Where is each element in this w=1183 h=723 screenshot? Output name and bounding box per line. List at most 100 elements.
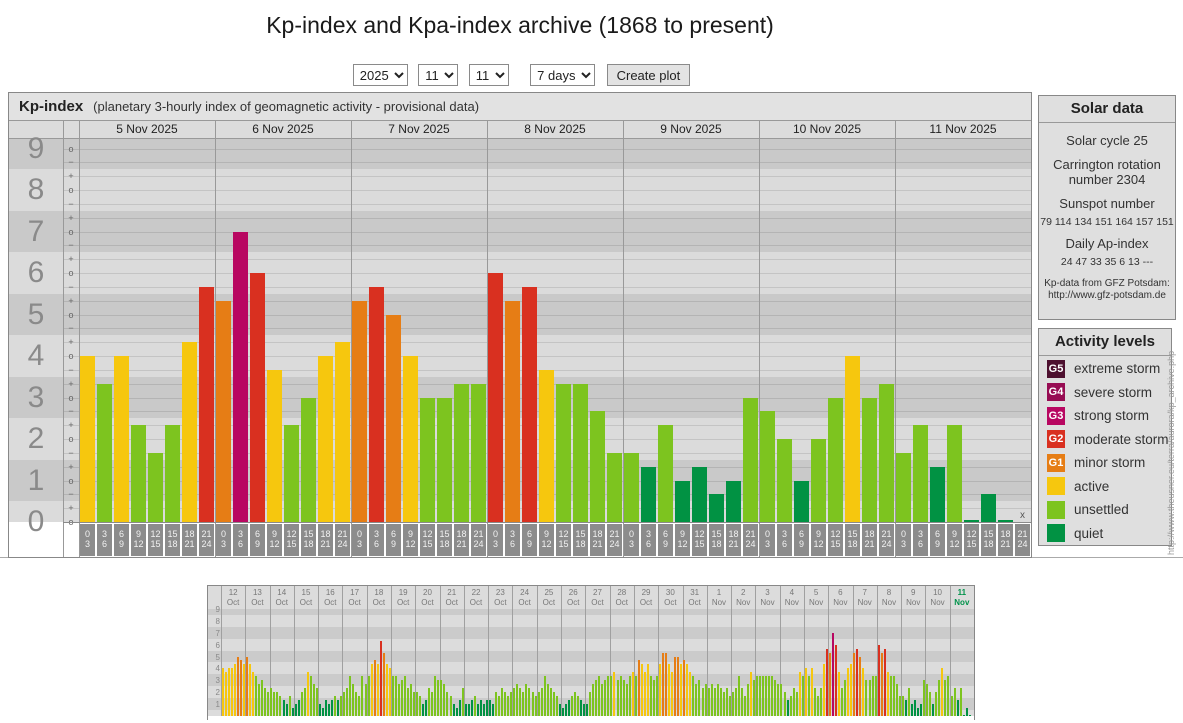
interval-label: 18 21 — [998, 524, 1013, 556]
overview-kp-bar — [637, 660, 640, 716]
overview-kp-bar — [886, 672, 889, 716]
sunspot-number-title: Sunspot number — [1059, 196, 1155, 211]
overview-kp-bar — [668, 664, 671, 716]
kp-bar — [114, 356, 129, 522]
overview-kp-bar — [467, 704, 470, 716]
create-plot-button[interactable]: Create plot — [606, 64, 691, 86]
kp-bar — [148, 452, 163, 522]
overview-kp-bar — [853, 652, 856, 716]
overview-kp-bar — [892, 676, 895, 716]
chart-header: Kp-index (planetary 3-hourly index of ge… — [9, 93, 1031, 121]
ap-index-values: 24 47 33 35 6 13 --- — [1060, 256, 1154, 268]
activity-level-row: G4 severe storm — [1047, 381, 1171, 403]
kp-bar — [369, 286, 384, 522]
overview-date-label: 13 Oct — [251, 588, 264, 607]
overview-kp-bar — [473, 696, 476, 716]
interval-label: 18 21 — [862, 524, 877, 556]
kp-bar — [403, 356, 418, 522]
kp-bar — [505, 300, 520, 522]
y-axis-number: 2 — [27, 422, 45, 455]
overview-kp-bar — [677, 656, 680, 716]
y-axis-tick: − — [68, 489, 74, 500]
range-select[interactable]: 7 days — [530, 64, 596, 86]
overview-kp-bar — [303, 688, 306, 716]
month-select[interactable]: 11 — [418, 64, 459, 86]
y-axis-number: 6 — [27, 256, 45, 289]
overview-kp-bar — [710, 684, 713, 716]
overview-kp-bar — [522, 692, 525, 716]
kp-bar — [471, 383, 486, 522]
overview-date-label: 25 Oct — [542, 588, 556, 607]
y-axis-tick: + — [68, 503, 74, 514]
overview-kp-bar — [252, 672, 255, 716]
kp-bar — [879, 383, 894, 522]
y-axis-tick: + — [68, 254, 74, 265]
y-axis-number: 3 — [27, 380, 45, 414]
kp-bar — [573, 383, 588, 522]
overview-kp-bar — [662, 652, 665, 716]
overview-kp-bar — [580, 700, 583, 716]
interval-label: 69 — [930, 524, 945, 556]
y-axis-tick: − — [68, 157, 74, 168]
overview-kp-bar — [321, 708, 324, 716]
overview-kp-bar — [516, 684, 519, 716]
y-axis-number: 7 — [27, 214, 45, 248]
overview-kp-bar — [671, 672, 674, 716]
overview-y-number: 4 — [215, 664, 220, 674]
overview-kp-bar — [431, 692, 434, 716]
overview-kp-bar — [692, 676, 695, 716]
overview-kp-bar — [771, 676, 774, 716]
overview-kp-bar — [470, 700, 473, 716]
kp-bar — [947, 425, 962, 522]
kp-bar — [165, 425, 180, 522]
overview-kp-bar — [331, 700, 334, 716]
g4-swatch-icon: G4 — [1047, 383, 1065, 401]
overview-kp-bar — [601, 684, 604, 716]
overview-kp-bar — [768, 676, 771, 716]
overview-kp-bar — [832, 632, 835, 716]
overview-bottom-strip — [208, 716, 974, 720]
overview-kp-bar — [337, 700, 340, 716]
overview-kp-bar — [634, 676, 637, 716]
kp-bar — [811, 439, 826, 522]
g2-swatch-icon: G2 — [1047, 430, 1065, 448]
kp-bar — [862, 397, 877, 522]
overview-kp-bar — [959, 688, 962, 716]
y-axis-tick: o — [68, 226, 74, 237]
overview-kp-bar — [610, 676, 613, 716]
overview-kp-bar — [358, 696, 361, 716]
interval-label: 21 24 — [335, 524, 350, 556]
overview-kp-bar — [880, 652, 883, 716]
day-select[interactable]: 11 — [468, 64, 509, 86]
overview-kp-bar — [440, 680, 443, 716]
kp-bar — [828, 397, 843, 522]
overview-kp-bar — [258, 684, 261, 716]
overview-kp-bar — [452, 704, 455, 716]
overview-date-label: 12 Oct — [226, 588, 240, 607]
g5-swatch-icon: G5 — [1047, 359, 1065, 378]
overview-kp-bar — [804, 668, 807, 716]
kp-gridline — [63, 273, 1031, 274]
interval-label: 36 — [641, 524, 656, 556]
overview-kp-bar — [695, 684, 698, 716]
overview-kp-bar — [844, 680, 847, 716]
overview-kp-bar — [255, 676, 258, 716]
overview-kp-bar — [810, 668, 813, 716]
year-select[interactable]: 2025 — [352, 64, 408, 86]
overview-kp-bar — [410, 684, 413, 716]
overview-kp-bar — [798, 672, 801, 716]
overview-y-number: 5 — [215, 652, 220, 662]
overview-band — [208, 609, 974, 615]
kp-gridline — [63, 176, 1031, 178]
activity-level-label: active — [1074, 478, 1110, 494]
overview-kp-bar — [628, 676, 631, 716]
overview-kp-bar — [236, 656, 239, 716]
overview-kp-bar — [965, 708, 968, 716]
overview-kp-bar — [306, 672, 309, 716]
overview-kp-bar — [941, 668, 944, 716]
y-axis-number: 1 — [27, 463, 45, 497]
overview-kp-bar — [895, 684, 898, 716]
overview-kp-bar — [492, 704, 495, 716]
overview-kp-bar — [652, 680, 655, 716]
overview-kp-bar — [449, 696, 452, 716]
